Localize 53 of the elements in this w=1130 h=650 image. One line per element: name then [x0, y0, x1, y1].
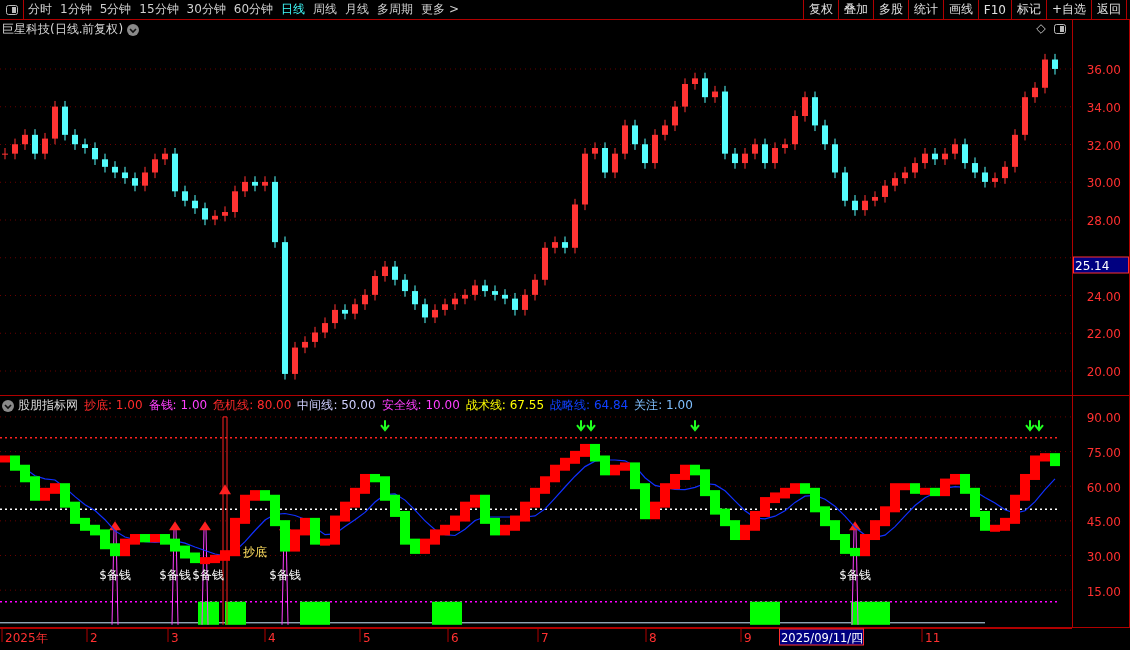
period-tab[interactable]: 30分钟: [182, 0, 230, 19]
period-tab[interactable]: 日线: [277, 0, 310, 19]
axis-label: 32.00: [1086, 138, 1121, 153]
date-label: 2025年: [5, 631, 48, 645]
period-tab[interactable]: 5分钟: [95, 0, 136, 19]
period-tab[interactable]: 多周期: [373, 0, 418, 19]
signal-label: $备钱: [192, 567, 224, 582]
period-tab[interactable]: 月线: [341, 0, 374, 19]
axis-label: 45.00: [1086, 515, 1121, 530]
legend-item: 备钱: 1.00: [148, 397, 208, 414]
date-label: 5: [363, 631, 371, 645]
axis-label: 24.00: [1086, 289, 1121, 304]
period-tab[interactable]: 15分钟: [135, 0, 183, 19]
signal-label: $备钱: [269, 567, 301, 582]
period-tab[interactable]: 周线: [309, 0, 342, 19]
axis-label: 30.00: [1086, 176, 1121, 191]
axis-label: 15.00: [1086, 585, 1121, 599]
signal-label: $备钱: [99, 567, 131, 582]
period-tab[interactable]: 60分钟: [229, 0, 278, 19]
stock-title: 巨星科技(日线.前复权): [2, 21, 124, 38]
axis-label: 20.00: [1086, 365, 1121, 379]
axis-label: 34.00: [1086, 100, 1121, 115]
legend-item: 关注: 1.00: [634, 397, 693, 414]
axis-label: 36.00: [1086, 63, 1121, 77]
legend-item: 安全线: 10.00: [381, 397, 460, 414]
axis-label: 22.00: [1086, 327, 1121, 342]
date-label: 11: [925, 631, 941, 645]
date-label: 9: [744, 631, 752, 645]
axis-label: 28.00: [1086, 214, 1121, 228]
date-tag: 2025/09/11/四: [779, 628, 864, 646]
axis-label: 90.00: [1086, 411, 1121, 425]
date-label: 8: [649, 631, 657, 645]
date-label: 7: [541, 631, 549, 645]
signal-label: 抄底: [243, 544, 267, 559]
legend-item: 危机线: 80.00: [213, 397, 292, 414]
price-tag: 25.14: [1073, 256, 1129, 274]
legend-item: 抄底: 1.00: [84, 397, 143, 414]
date-label: 2: [90, 631, 98, 645]
indicator-title: 股朋指标网: [18, 397, 78, 414]
legend-item: 中间线: 50.00: [297, 397, 376, 414]
signal-label: $备钱: [839, 567, 871, 582]
period-tab[interactable]: 分时: [24, 0, 56, 19]
date-label: 3: [171, 631, 179, 645]
date-label: 4: [268, 631, 276, 645]
axis-label: 75.00: [1086, 445, 1121, 460]
date-label: 6: [451, 631, 459, 645]
period-tab[interactable]: 1分钟: [56, 0, 96, 19]
axis-label: 30.00: [1086, 550, 1121, 565]
signal-label: $备钱: [159, 567, 191, 582]
legend-item: 战术线: 67.55: [465, 397, 545, 414]
legend-item: 战略线: 64.84: [550, 397, 629, 414]
axis-label: 60.00: [1086, 480, 1121, 495]
period-tab[interactable]: 更多 >: [417, 0, 463, 19]
